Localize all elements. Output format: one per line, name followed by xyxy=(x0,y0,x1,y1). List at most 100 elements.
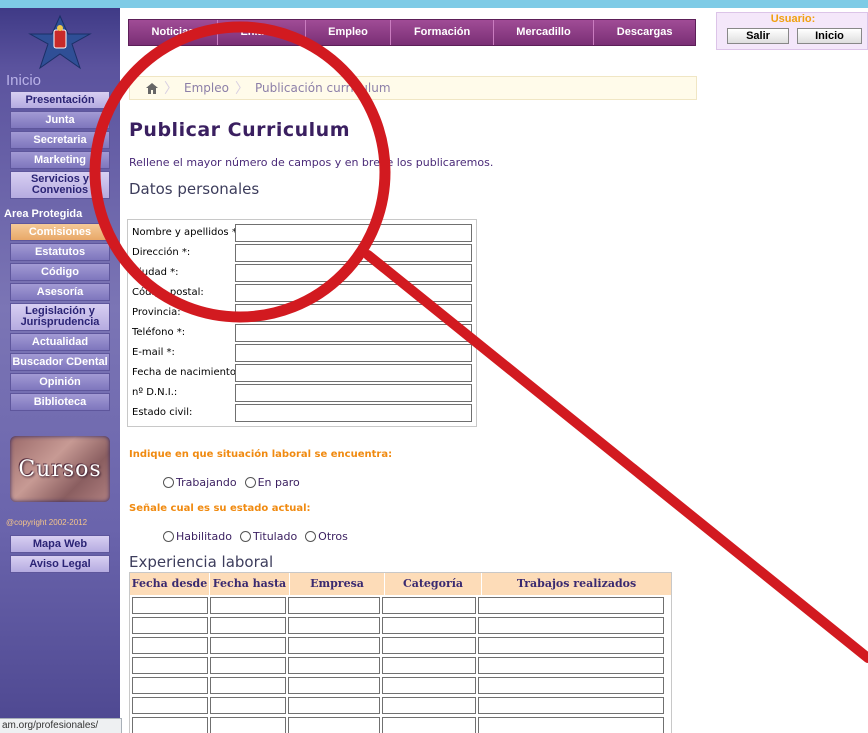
birthdate-field[interactable] xyxy=(235,364,472,382)
experience-input[interactable] xyxy=(382,597,476,614)
sidebar-item-codigo[interactable]: Código xyxy=(10,263,110,281)
column-header: Categoría xyxy=(385,573,482,595)
address-field[interactable] xyxy=(235,244,472,262)
sidebar-item-secretaria[interactable]: Secretaria xyxy=(10,131,110,149)
nav-noticias[interactable]: Noticias xyxy=(129,20,218,45)
experience-input[interactable] xyxy=(478,657,664,674)
experience-input[interactable] xyxy=(210,697,286,714)
experience-input[interactable] xyxy=(288,717,380,733)
experience-input[interactable] xyxy=(382,657,476,674)
phone-field[interactable] xyxy=(235,324,472,342)
sidebar-item-marketing[interactable]: Marketing xyxy=(10,151,110,169)
field-label: Dirección *: xyxy=(132,247,191,258)
nav-formacion[interactable]: Formación xyxy=(391,20,494,45)
experience-input[interactable] xyxy=(382,697,476,714)
intro-text: Rellene el mayor número de campos y en b… xyxy=(129,156,494,169)
experience-input[interactable] xyxy=(132,657,208,674)
radio-label: Titulado xyxy=(252,530,298,543)
experience-input[interactable] xyxy=(288,657,380,674)
status-radios: Habilitado Titulado Otros xyxy=(163,530,356,543)
sidebar-item-mapa-web[interactable]: Mapa Web xyxy=(10,535,110,553)
field-label: Código postal: xyxy=(132,287,204,298)
experience-input[interactable] xyxy=(288,677,380,694)
experience-input[interactable] xyxy=(382,717,476,733)
experience-input[interactable] xyxy=(210,617,286,634)
field-label: nº D.N.I.: xyxy=(132,387,178,398)
radio-label: Trabajando xyxy=(176,476,237,489)
experience-input[interactable] xyxy=(478,677,664,694)
experience-input[interactable] xyxy=(132,717,208,733)
experience-input[interactable] xyxy=(382,677,476,694)
cursos-banner[interactable]: Cursos xyxy=(10,436,110,502)
personal-data-heading: Datos personales xyxy=(129,180,260,198)
experience-input[interactable] xyxy=(132,637,208,654)
sidebar-item-presentacion[interactable]: Presentación xyxy=(10,91,110,109)
experience-input[interactable] xyxy=(132,677,208,694)
field-label: E-mail *: xyxy=(132,347,175,358)
sidebar-item-actualidad[interactable]: Actualidad xyxy=(10,333,110,351)
sidebar-item-legislacion[interactable]: Legislación y Jurisprudencia xyxy=(10,303,110,331)
civil-status-field[interactable] xyxy=(235,404,472,422)
breadcrumb-current: Publicación curriculum xyxy=(254,81,391,95)
province-field[interactable] xyxy=(235,304,472,322)
experience-input[interactable] xyxy=(288,637,380,654)
experience-input[interactable] xyxy=(478,697,664,714)
breadcrumb-empleo[interactable]: Empleo xyxy=(184,81,229,95)
postal-code-field[interactable] xyxy=(235,284,472,302)
experience-input[interactable] xyxy=(132,617,208,634)
experience-input[interactable] xyxy=(478,597,664,614)
personal-data-form: Nombre y apellidos *: Dirección *: Ciuda… xyxy=(127,219,477,427)
breadcrumb: 〉 Empleo 〉 Publicación curriculum xyxy=(129,76,697,100)
email-field[interactable] xyxy=(235,344,472,362)
experience-input[interactable] xyxy=(478,637,664,654)
sidebar-item-aviso-legal[interactable]: Aviso Legal xyxy=(10,555,110,573)
experience-input[interactable] xyxy=(382,637,476,654)
nav-descargas[interactable]: Descargas xyxy=(594,20,695,45)
nav-enlaces[interactable]: Enlaces xyxy=(218,20,306,45)
nav-empleo[interactable]: Empleo xyxy=(306,20,392,45)
sidebar-item-biblioteca[interactable]: Biblioteca xyxy=(10,393,110,411)
breadcrumb-separator: 〉 xyxy=(234,81,249,97)
habilitado-radio[interactable] xyxy=(163,531,174,542)
experience-input[interactable] xyxy=(210,597,286,614)
experience-table: Fecha desde Fecha hasta Empresa Categorí… xyxy=(129,572,672,733)
column-header: Empresa xyxy=(290,573,385,595)
home-button[interactable]: Inicio xyxy=(797,28,862,44)
user-label: Usuario: xyxy=(770,13,816,25)
sidebar-item-comisiones[interactable]: Comisiones xyxy=(10,223,110,241)
dni-field[interactable] xyxy=(235,384,472,402)
experience-input[interactable] xyxy=(210,657,286,674)
otros-radio[interactable] xyxy=(305,531,317,542)
name-field[interactable] xyxy=(235,224,472,242)
experience-input[interactable] xyxy=(132,597,208,614)
experience-input[interactable] xyxy=(210,637,286,654)
experience-input[interactable] xyxy=(132,697,208,714)
sidebar-item-asesoria[interactable]: Asesoría xyxy=(10,283,110,301)
city-field[interactable] xyxy=(235,264,472,282)
experience-heading: Experiencia laboral xyxy=(129,553,274,571)
column-header: Trabajos realizados xyxy=(516,577,637,590)
working-radio[interactable] xyxy=(163,477,174,488)
logout-button[interactable]: Salir xyxy=(727,28,789,44)
experience-input[interactable] xyxy=(382,617,476,634)
experience-input[interactable] xyxy=(210,717,286,733)
experience-input[interactable] xyxy=(288,697,380,714)
experience-input[interactable] xyxy=(478,617,664,634)
experience-input[interactable] xyxy=(210,677,286,694)
sidebar-item-estatutos[interactable]: Estatutos xyxy=(10,243,110,261)
experience-input[interactable] xyxy=(288,597,380,614)
table-row xyxy=(130,675,671,695)
experience-input[interactable] xyxy=(478,717,664,733)
titulado-radio[interactable] xyxy=(239,531,251,542)
unemployed-radio[interactable] xyxy=(244,477,256,488)
nav-mercadillo[interactable]: Mercadillo xyxy=(494,20,595,45)
home-icon[interactable] xyxy=(146,82,158,94)
sidebar-item-servicios[interactable]: Servicios y Convenios xyxy=(10,171,110,199)
experience-input[interactable] xyxy=(288,617,380,634)
sidebar-item-buscador[interactable]: Buscador CDental xyxy=(10,353,110,371)
sidebar-item-junta[interactable]: Junta xyxy=(10,111,110,129)
radio-label: Habilitado xyxy=(176,530,232,543)
breadcrumb-separator: 〉 xyxy=(164,81,178,97)
status-question: Señale cual es su estado actual: xyxy=(129,503,311,514)
sidebar-item-opinion[interactable]: Opinión xyxy=(10,373,110,391)
